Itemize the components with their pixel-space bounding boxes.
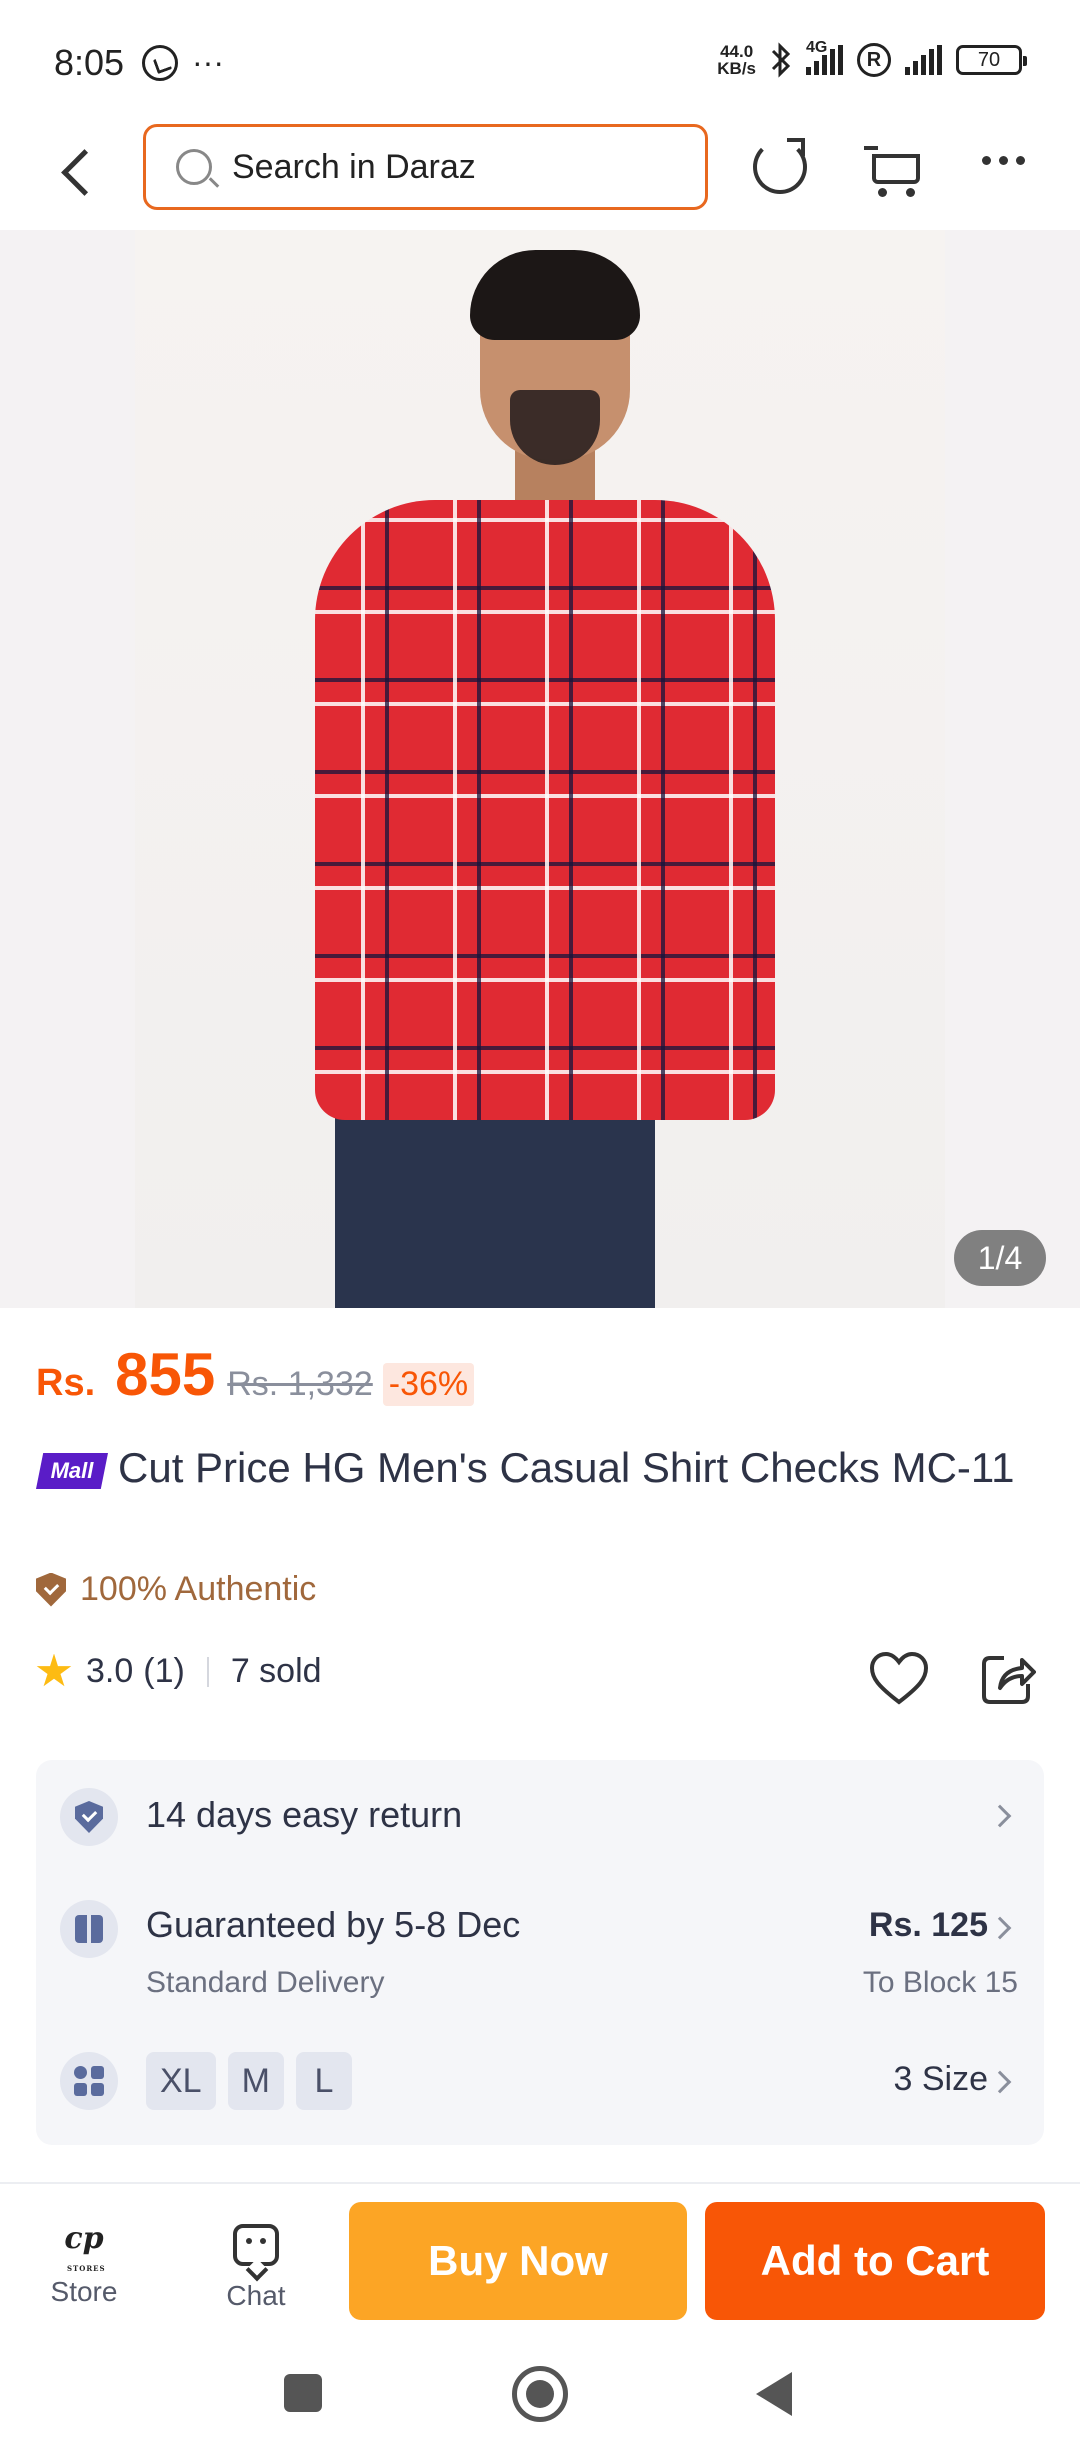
top-bar: Search in Daraz <box>0 120 1080 230</box>
delivery-fee: Rs. 125 <box>868 1906 988 1944</box>
rating-row[interactable]: 3.0 (1) 7 sold <box>36 1652 322 1691</box>
size-chip[interactable]: XL <box>146 2052 216 2110</box>
product-title: Mall Cut Price HG Men's Casual Shirt Chec… <box>36 1442 1046 1494</box>
size-chips: XL M L <box>146 2052 352 2110</box>
rating-count: (1) <box>143 1652 185 1690</box>
variant-icon <box>60 2052 118 2110</box>
sold-count: 7 sold <box>230 1652 322 1690</box>
chat-button[interactable]: Chat <box>196 2224 316 2312</box>
chevron-right-icon <box>988 1804 1012 1828</box>
original-price: Rs. 1,332 <box>227 1365 373 1403</box>
registered-icon: R <box>857 43 891 77</box>
wishlist-heart-icon[interactable] <box>868 1650 930 1706</box>
product-title-text: Cut Price HG Men's Casual Shirt Checks M… <box>118 1444 1015 1491</box>
return-policy-row[interactable]: 14 days easy return <box>36 1760 1044 1872</box>
size-count: 3 Size <box>893 2060 989 2098</box>
delivery-type: Standard Delivery <box>146 1966 385 1999</box>
star-icon <box>36 1653 72 1687</box>
search-icon <box>176 149 212 185</box>
delivery-row[interactable]: Guaranteed by 5-8 Dec Standard Delivery … <box>36 1872 1044 2022</box>
back-button[interactable] <box>50 142 110 202</box>
status-right-icons: 44.0 KB/s 4G R 70 <box>717 39 1027 78</box>
service-info-card: 14 days easy return Guaranteed by 5-8 De… <box>36 1760 1044 2145</box>
status-overflow: ··· <box>192 44 224 80</box>
status-left-icons: ··· <box>142 44 224 81</box>
bluetooth-icon <box>771 42 791 78</box>
signal-bars-icon <box>905 45 942 75</box>
size-row[interactable]: XL M L 3 Size <box>36 2022 1044 2145</box>
product-photo <box>135 230 945 1308</box>
recent-apps-button[interactable] <box>284 2374 322 2412</box>
net-speed-unit: KB/s <box>717 59 756 78</box>
net-speed-value: 44.0 <box>720 42 754 61</box>
delivery-label: Guaranteed by 5-8 Dec <box>146 1904 521 1945</box>
store-logo-icon: cp <box>59 2224 109 2285</box>
return-label: 14 days easy return <box>146 1794 463 1835</box>
add-to-cart-button[interactable]: Add to Cart <box>705 2202 1045 2320</box>
status-bar: 8:05 ··· 44.0 KB/s 4G R 70 <box>0 0 1080 120</box>
chevron-right-icon <box>988 2070 1012 2094</box>
more-options-icon[interactable] <box>982 156 1025 165</box>
size-chip[interactable]: M <box>227 2052 284 2110</box>
shield-icon <box>36 1572 66 1607</box>
cart-icon[interactable] <box>864 144 924 197</box>
buy-now-button[interactable]: Buy Now <box>349 2202 687 2320</box>
size-chip[interactable]: L <box>295 2052 352 2110</box>
delivery-icon <box>60 1900 118 1958</box>
share-icon[interactable] <box>980 1650 1036 1706</box>
system-back-button[interactable] <box>756 2372 792 2416</box>
return-icon <box>60 1788 118 1846</box>
chevron-right-icon <box>988 1916 1012 1940</box>
mall-badge: Mall <box>36 1453 108 1489</box>
home-button[interactable] <box>512 2366 568 2422</box>
system-nav-bar <box>0 2322 1080 2460</box>
current-price: 855 <box>115 1341 216 1408</box>
price-row: Rs. 855 Rs. 1,332 -36% <box>36 1340 475 1409</box>
delivery-location: To Block 15 <box>862 1966 1018 1999</box>
discount-badge: -36% <box>382 1363 475 1406</box>
product-image-gallery[interactable]: 1/4 <box>0 230 1080 1308</box>
network-type: 4G <box>806 39 828 56</box>
bottom-action-bar: cp Store Chat Buy Now Add to Cart <box>0 2182 1080 2322</box>
chat-label: Chat <box>226 2280 286 2311</box>
status-time: 8:05 <box>54 42 125 83</box>
refresh-share-icon[interactable] <box>753 138 807 194</box>
whatsapp-icon <box>142 44 178 81</box>
store-button[interactable]: cp Store <box>24 2224 144 2308</box>
search-placeholder: Search in Daraz <box>232 147 476 186</box>
battery-icon: 70 <box>956 45 1027 75</box>
chat-icon <box>233 2224 279 2266</box>
authentic-text: 100% Authentic <box>80 1570 317 1608</box>
authentic-label: 100% Authentic <box>36 1570 316 1609</box>
price-currency: Rs. <box>36 1362 96 1404</box>
divider <box>206 1656 209 1687</box>
cell-signal-1: 4G <box>806 39 843 75</box>
net-speed: 44.0 KB/s <box>717 43 756 77</box>
rating-value: 3.0 <box>86 1652 134 1690</box>
image-counter: 1/4 <box>954 1230 1046 1286</box>
search-input[interactable]: Search in Daraz <box>143 124 708 210</box>
